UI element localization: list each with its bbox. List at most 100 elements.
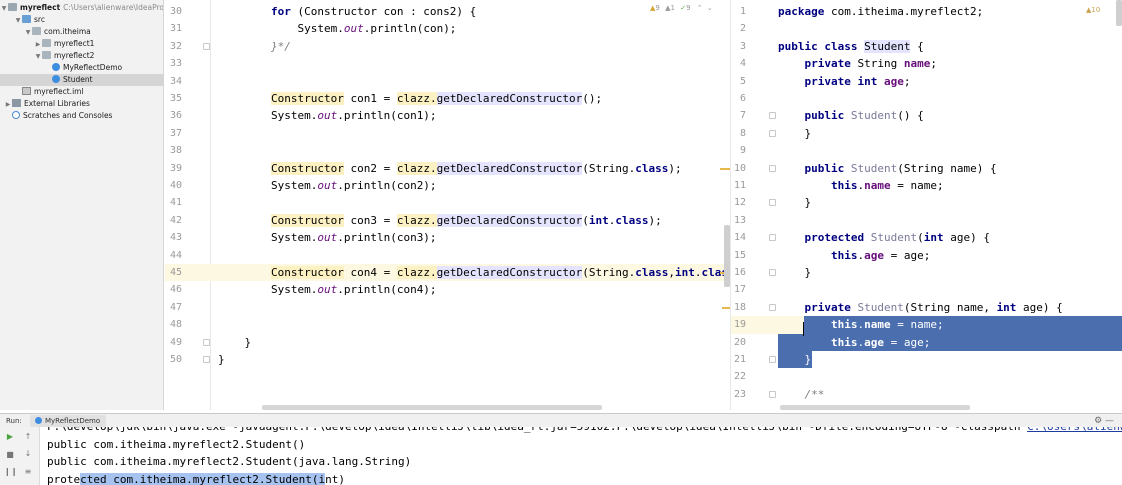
stop-icon[interactable]: ■ [4, 450, 16, 459]
fold-toggle-icon[interactable] [769, 269, 776, 276]
console-line[interactable]: public com.itheima.myreflect2.Student(ja… [47, 453, 411, 471]
code-line[interactable] [218, 73, 726, 90]
tree-item-label: Student [63, 75, 93, 84]
chevron-down-icon[interactable]: ⌄ [707, 4, 713, 12]
fold-toggle-icon[interactable] [769, 199, 776, 207]
code-token: class [635, 161, 669, 175]
line-number: 22 [733, 371, 746, 383]
code-line[interactable]: protected Student(int age) { [778, 229, 1116, 246]
tree-item[interactable]: MyReflectDemo [0, 62, 163, 74]
code-token: int [923, 231, 944, 245]
console-line[interactable]: F:\develop\jdk\bin\java.exe -javaagent:F… [47, 427, 1122, 436]
code-line[interactable] [778, 20, 1116, 37]
right-editor-vertical-scrollbar[interactable] [1116, 0, 1122, 26]
code-line[interactable] [778, 281, 1116, 298]
warning-stripe-icon[interactable] [722, 167, 730, 170]
fold-toggle-icon[interactable] [203, 42, 210, 50]
code-line[interactable]: Constructor con2 = clazz.getDeclaredCons… [218, 160, 726, 177]
code-line[interactable] [778, 368, 1116, 385]
code-line[interactable]: } [218, 351, 726, 368]
pause-icon[interactable]: ❙❙ [4, 467, 17, 476]
code-line[interactable]: System.out.println(con3); [218, 229, 726, 246]
code-line[interactable]: this.age = age; [778, 334, 1116, 351]
arrow-down-icon[interactable]: ↓ [22, 449, 34, 458]
line-number: 34 [169, 75, 182, 87]
code-line[interactable]: } [778, 264, 1116, 281]
code-line[interactable] [218, 125, 726, 142]
project-root-row[interactable]: ▼ myreflect C:\Users\alienware\IdeaProj [0, 2, 163, 14]
code-token: class [635, 266, 669, 279]
tree-item[interactable]: ▶ myreflect1 [0, 38, 163, 50]
code-line[interactable] [778, 142, 1116, 159]
code-line[interactable]: private int age; [778, 73, 1116, 90]
code-token: public com.itheima.myreflect2.Student(ja… [47, 455, 412, 468]
code-token: out [317, 109, 338, 123]
chevron-up-icon[interactable]: ⌃ [697, 4, 703, 12]
warning-stripe-icon[interactable] [722, 306, 730, 309]
code-line[interactable]: package com.itheima.myreflect2; [778, 3, 1116, 20]
fold-toggle-icon[interactable] [769, 112, 776, 120]
fold-toggle-icon[interactable] [203, 356, 210, 363]
soft-wrap-icon[interactable]: ≡ [22, 467, 34, 476]
code-line[interactable]: System.out.println(con); [218, 20, 726, 37]
code-line[interactable]: } [778, 194, 1116, 211]
fold-toggle-icon[interactable] [769, 356, 776, 363]
code-line[interactable] [218, 142, 726, 159]
tree-item[interactable]: ▼ com.itheima [0, 26, 163, 38]
code-line[interactable]: this.name = name; [778, 316, 1116, 333]
code-line[interactable]: public class Student { [778, 38, 1116, 55]
fold-toggle-icon[interactable] [769, 164, 776, 172]
code-token: Constructor [270, 161, 344, 175]
console-line[interactable]: protected com.itheima.myreflect2.Student… [47, 471, 345, 485]
code-line[interactable] [218, 194, 726, 211]
code-line[interactable]: } [778, 351, 1116, 368]
code-line[interactable]: Constructor con1 = clazz.getDeclaredCons… [218, 90, 726, 107]
right-editor-horizontal-scrollbar[interactable] [780, 405, 970, 410]
left-editor-horizontal-scrollbar[interactable] [262, 405, 602, 410]
right-inspection-widget[interactable]: ▲10 [1086, 6, 1100, 14]
code-line[interactable]: System.out.println(con4); [218, 281, 726, 298]
console-line[interactable]: public com.itheima.myreflect2.Student() [47, 436, 305, 454]
run-tab[interactable]: MyReflectDemo [30, 415, 107, 427]
code-line[interactable]: this.age = age; [778, 247, 1116, 264]
code-line[interactable]: Constructor con3 = clazz.getDeclaredCons… [218, 212, 726, 229]
code-line[interactable]: public Student() { [778, 107, 1116, 124]
fold-toggle-icon[interactable] [769, 234, 776, 242]
fold-toggle-icon[interactable] [769, 303, 776, 311]
gear-icon[interactable]: ⚙ — [1094, 414, 1114, 428]
code-line[interactable]: private Student(String name, int age) { [778, 299, 1116, 316]
code-line[interactable]: System.out.println(con1); [218, 107, 726, 124]
code-token: ; [903, 74, 911, 88]
code-line[interactable] [218, 316, 726, 333]
code-token: age [883, 74, 904, 88]
code-line[interactable]: public Student(String name) { [778, 160, 1116, 177]
tree-item[interactable]: ▼ myreflect2 [0, 50, 163, 62]
code-line[interactable] [218, 247, 726, 264]
tree-item[interactable]: Student [0, 74, 163, 86]
fold-toggle-icon[interactable] [203, 338, 210, 346]
code-line[interactable]: Constructor con4 = clazz.getDeclaredCons… [218, 264, 726, 281]
code-line[interactable] [778, 90, 1116, 107]
tree-item[interactable]: ▼ src [0, 14, 163, 26]
tree-item[interactable]: Scratches and Consoles [0, 110, 163, 122]
code-line[interactable]: } [778, 125, 1116, 142]
fold-toggle-icon[interactable] [769, 129, 776, 137]
code-line[interactable]: }*/ [218, 38, 726, 55]
rerun-icon[interactable]: ▶ [4, 432, 16, 441]
code-line[interactable]: } [218, 334, 726, 351]
tree-item[interactable]: myreflect.iml [0, 86, 163, 98]
code-line[interactable]: this.name = name; [778, 177, 1116, 194]
code-line[interactable]: /** [778, 386, 1116, 403]
code-line[interactable]: System.out.println(con2); [218, 177, 726, 194]
code-line[interactable]: private String name; [778, 55, 1116, 72]
left-inspection-widget[interactable]: ▲9 ▲1 ✓9 ⌃ ⌄ [650, 4, 713, 12]
tree-item[interactable]: ▶ External Libraries [0, 98, 163, 110]
line-number: 8 [739, 127, 746, 139]
code-line[interactable] [218, 55, 726, 72]
code-line[interactable] [778, 212, 1116, 229]
code-line[interactable] [218, 299, 726, 316]
arrow-up-icon[interactable]: ↑ [22, 432, 34, 441]
run-console[interactable]: F:\develop\jdk\bin\java.exe -javaagent:F… [40, 427, 1122, 485]
fold-toggle-icon[interactable] [769, 390, 776, 398]
